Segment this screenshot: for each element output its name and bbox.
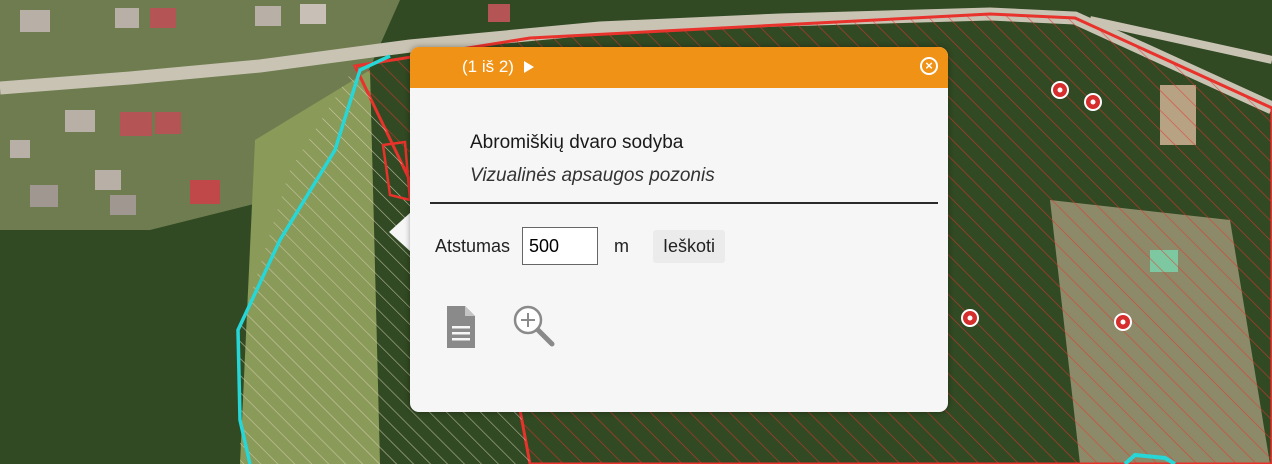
pager-label: (1 iš 2) [462,57,514,76]
popup-pager: (1 iš 2) [462,57,534,77]
feature-title: Abromiškių dvaro sodyba [470,132,684,153]
info-popup: (1 iš 2) × Abromiškių dvaro sodyba Vizua… [410,47,948,412]
popup-header: (1 iš 2) × [410,47,948,88]
divider [430,202,938,204]
document-icon[interactable] [445,304,477,350]
distance-row: Atstumas m Ieškoti [435,227,726,265]
distance-label: Atstumas [435,235,511,256]
map-marker-icon [1051,81,1069,99]
popup-pointer [389,212,411,252]
map-marker-icon [961,309,979,327]
zoom-in-icon[interactable] [510,302,558,350]
next-arrow-icon[interactable] [523,61,534,73]
search-button[interactable]: Ieškoti [653,229,726,263]
map-marker-icon [1114,313,1132,331]
distance-input[interactable] [522,227,599,265]
close-icon[interactable]: × [920,57,938,75]
map-marker-icon [1084,93,1102,111]
unit-label: m [614,235,630,256]
feature-subtitle: Vizualinės apsaugos pozonis [470,165,715,186]
